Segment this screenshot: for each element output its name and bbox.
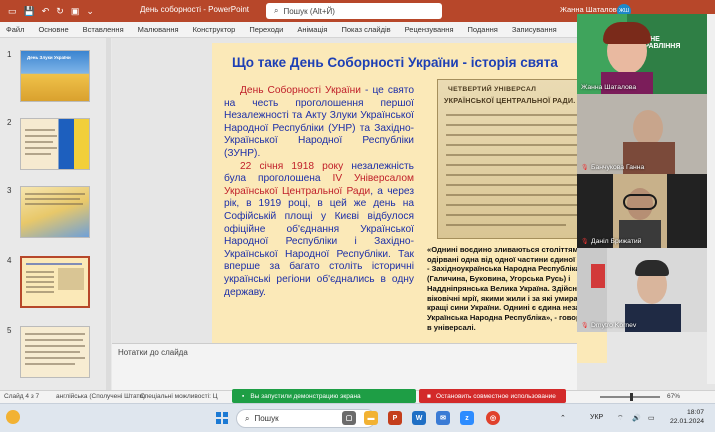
thumbnail-title: День Злуки України [27, 55, 71, 60]
search-placeholder: Пошук (Alt+Й) [283, 6, 335, 16]
thumbnail-number: 4 [7, 256, 12, 265]
slide-thumbnail-5[interactable] [20, 326, 90, 378]
weather-icon[interactable] [6, 410, 20, 424]
autosave-icon[interactable]: ▭ [8, 6, 17, 17]
file-explorer-icon[interactable]: ▬ [364, 411, 378, 425]
slide-thumbnail-1[interactable]: День Злуки України [20, 50, 90, 102]
participant-name: Dmytro Kornev [591, 322, 637, 329]
slide-thumbnails-pane: 1 День Злуки України 2 3 4 5 [0, 38, 112, 390]
task-view-icon[interactable]: ▢ [342, 411, 356, 425]
thumbnail-number: 2 [7, 118, 12, 127]
windows-taskbar: ⌕ Пошук ▢ ▬ P W ✉ z ◎ ⌃ УКР ⌔ 🔊 ▭ 18:07 … [0, 403, 715, 432]
save-icon[interactable]: 💾 [24, 6, 35, 17]
tab-animations[interactable]: Анімація [297, 25, 327, 34]
present-icon[interactable]: ▣ [71, 6, 80, 17]
doc-header: ЧЕТВЕРТИЙ УНІВЕРСАЛ [448, 86, 537, 93]
search-icon: ⌕ [245, 413, 250, 423]
tab-home[interactable]: Основне [38, 25, 68, 34]
clock-date: 22.01.2024 [670, 418, 705, 425]
windows-start-icon[interactable] [216, 412, 228, 424]
participant-tile[interactable]: 🎙 Даніл Брижатий [577, 174, 707, 248]
body-text: , а через рік, в 1919 році, в цей же ден… [224, 185, 414, 298]
redo-icon[interactable]: ↻ [56, 6, 64, 17]
zoom-app-icon[interactable]: z [460, 411, 474, 425]
wifi-icon[interactable]: ⌔ [617, 414, 624, 423]
window-title: День соборності - PowerPoint [140, 5, 250, 14]
thumbnails-scrollbar[interactable] [106, 38, 111, 390]
undo-icon[interactable]: ↶ [42, 6, 50, 17]
quick-access-toolbar: ▭ 💾 ↶ ↻ ▣ ⌄ [0, 6, 120, 17]
participant-name: Банчукова Ганна [591, 164, 645, 171]
tab-design[interactable]: Конструктор [193, 25, 236, 34]
current-slide[interactable]: Що таке День Соборності України - історі… [212, 43, 607, 363]
mail-icon[interactable]: ✉ [436, 411, 450, 425]
slide-title[interactable]: Що таке День Соборності України - історі… [232, 55, 607, 70]
slide-editor: Що таке День Соборності України - історі… [112, 38, 607, 363]
screen-share-label: Вы запустили демонстрацию экрана [250, 392, 361, 400]
slide-thumbnail-4[interactable] [20, 256, 90, 308]
customize-chevron-icon[interactable]: ⌄ [86, 6, 94, 17]
thumbnail-number: 3 [7, 186, 12, 195]
panel-scrollbar[interactable] [707, 14, 715, 384]
participant-tile[interactable]: 🎙 Dmytro Kornev [577, 248, 707, 332]
red-phrase: 22 січня 1918 року [240, 160, 344, 172]
red-phrase: День Соборності України [240, 85, 362, 96]
chrome-icon[interactable]: ◎ [486, 411, 500, 425]
volume-icon[interactable]: 🔊 [632, 414, 641, 422]
slide-thumbnail-3[interactable] [20, 186, 90, 238]
language-status[interactable]: англійська (Сполучені Штати) [56, 393, 145, 400]
input-language[interactable]: УКР [590, 414, 603, 421]
notes-pane[interactable]: Нотатки до слайда [112, 343, 577, 390]
tab-transitions[interactable]: Переходи [249, 25, 283, 34]
powerpoint-icon[interactable]: P [388, 411, 402, 425]
participant-tile[interactable]: АЛЬНЕ УПРАВЛІННЯ Жанна Шаталова [577, 14, 707, 94]
screen-share-icon: ▪ [242, 392, 245, 400]
tab-slideshow[interactable]: Показ слайдів [341, 25, 390, 34]
clock-time: 18:07 [687, 409, 705, 416]
system-clock[interactable]: 18:07 22.01.2024 [670, 408, 704, 426]
mic-muted-icon: 🎙 [581, 239, 589, 245]
stop-icon: ■ [427, 392, 431, 400]
stop-sharing-label: Остановить совместное использование [435, 392, 556, 400]
thumbnail-number: 5 [7, 326, 12, 335]
participant-name: Жанна Шаталова [581, 84, 637, 91]
mic-muted-icon: 🎙 [581, 165, 589, 171]
stop-sharing-button[interactable]: ■ Остановить совместное использование [419, 389, 566, 403]
battery-icon[interactable]: ▭ [648, 414, 655, 422]
tab-review[interactable]: Рецензування [405, 25, 454, 34]
doc-header-2: УКРАЇНСЬКОЇ ЦЕНТРАЛЬНОЇ РАДИ. [444, 96, 576, 105]
taskbar-search-label: Пошук [254, 414, 279, 423]
participant-name: Даніл Брижатий [591, 238, 642, 245]
video-participants-panel: АЛЬНЕ УПРАВЛІННЯ Жанна Шаталова 🎙 Банчук… [577, 14, 707, 332]
tab-view[interactable]: Подання [468, 25, 498, 34]
tab-file[interactable]: Файл [6, 25, 24, 34]
slide-body-text[interactable]: День Соборності України - це свято на че… [224, 85, 414, 299]
notes-placeholder: Нотатки до слайда [118, 348, 188, 357]
thumbnail-number: 1 [7, 50, 12, 59]
zoom-slider-handle[interactable] [630, 393, 633, 401]
tab-record[interactable]: Записування [512, 25, 557, 34]
tab-draw[interactable]: Малювання [138, 25, 179, 34]
tray-chevron-icon[interactable]: ⌃ [560, 414, 566, 422]
mic-muted-icon: 🎙 [581, 323, 589, 329]
user-name[interactable]: Жанна Шаталова [560, 5, 621, 14]
screen-share-status: ▪ Вы запустили демонстрацию экрана [232, 389, 416, 403]
tab-insert[interactable]: Вставлення [83, 25, 124, 34]
slide-counter: Слайд 4 з 7 [4, 393, 40, 400]
body-text: - це свято на честь проголошення першої … [224, 85, 414, 159]
zoom-level[interactable]: 67% [667, 393, 680, 400]
participant-tile[interactable]: 🎙 Банчукова Ганна [577, 94, 707, 174]
search-input[interactable]: ⌕ Пошук (Alt+Й) [266, 3, 442, 19]
search-icon: ⌕ [274, 6, 279, 15]
word-icon[interactable]: W [412, 411, 426, 425]
accessibility-status[interactable]: Спеціальні можливості: Ц [140, 393, 218, 400]
slide-thumbnail-2[interactable] [20, 118, 90, 170]
